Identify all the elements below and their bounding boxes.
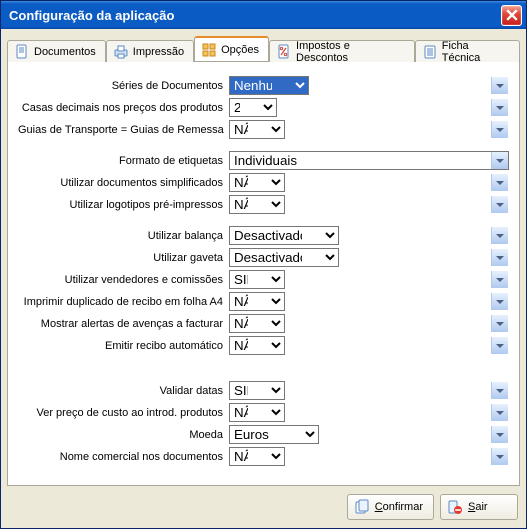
label-series: Séries de Documentos bbox=[18, 80, 223, 92]
sair-button[interactable]: Sair bbox=[440, 494, 518, 520]
close-button[interactable] bbox=[501, 5, 522, 26]
combo-validar[interactable]: SIM bbox=[229, 381, 509, 400]
titlebar: Configuração da aplicação bbox=[1, 1, 526, 29]
label-duplicado: Imprimir duplicado de recibo em folha A4 bbox=[18, 296, 223, 308]
label-balanca: Utilizar balança bbox=[18, 230, 223, 242]
combo-vendedores[interactable]: SIM bbox=[229, 270, 509, 289]
combo-simplificados[interactable]: NÃO bbox=[229, 173, 509, 192]
combo-balanca[interactable]: Desactivado bbox=[229, 226, 509, 245]
combo-recibo[interactable]: NÃO bbox=[229, 336, 509, 355]
tab-label: Opções bbox=[221, 44, 259, 56]
combo-precocusto[interactable]: NÃO bbox=[229, 403, 509, 422]
tab-content: Séries de Documentos Nenhuma Casas decim… bbox=[7, 61, 520, 486]
combo-comercial[interactable]: NÃO bbox=[229, 447, 509, 466]
confirmar-button[interactable]: Confirmar bbox=[347, 494, 434, 520]
label-gaveta: Utilizar gaveta bbox=[18, 252, 223, 264]
label-comercial: Nome comercial nos documentos bbox=[18, 451, 223, 463]
sheet-icon bbox=[422, 44, 438, 60]
combo-gaveta[interactable]: Desactivado bbox=[229, 248, 509, 267]
tab-label: Ficha Técnica bbox=[442, 40, 510, 64]
button-label: Sair bbox=[468, 501, 488, 513]
label-logotipos: Utilizar logotipos pré-impressos bbox=[18, 199, 223, 211]
printer-icon bbox=[113, 44, 129, 60]
tab-impostos[interactable]: Impostos e Descontos bbox=[269, 40, 415, 62]
combo-series[interactable]: Nenhuma bbox=[229, 76, 509, 95]
combo-etiquetas[interactable]: Individuais bbox=[229, 151, 509, 170]
document-icon bbox=[14, 44, 30, 60]
combo-alertas[interactable]: NÃO bbox=[229, 314, 509, 333]
label-casas: Casas decimais nos preços dos produtos bbox=[18, 102, 223, 114]
label-validar: Validar datas bbox=[18, 385, 223, 397]
form: Séries de Documentos Nenhuma Casas decim… bbox=[18, 76, 509, 466]
combo-duplicado[interactable]: NÃO bbox=[229, 292, 509, 311]
body: Documentos Impressão Opções Impostos e D… bbox=[1, 29, 526, 528]
button-bar: Confirmar Sair bbox=[7, 486, 520, 522]
tab-label: Impressão bbox=[133, 46, 184, 58]
confirm-icon bbox=[354, 499, 370, 515]
label-guias: Guias de Transporte = Guias de Remessa bbox=[18, 124, 223, 136]
combo-casas[interactable]: 2 bbox=[229, 98, 509, 117]
tabs-bar: Documentos Impressão Opções Impostos e D… bbox=[7, 35, 520, 61]
window-title: Configuração da aplicação bbox=[9, 8, 501, 23]
label-vendedores: Utilizar vendedores e comissões bbox=[18, 274, 223, 286]
label-moeda: Moeda bbox=[18, 429, 223, 441]
tab-label: Documentos bbox=[34, 46, 96, 58]
close-icon bbox=[506, 9, 518, 21]
combo-guias[interactable]: NÃO bbox=[229, 120, 509, 139]
tab-opcoes[interactable]: Opções bbox=[194, 36, 269, 61]
options-icon bbox=[201, 42, 217, 58]
tab-label: Impostos e Descontos bbox=[296, 40, 405, 64]
combo-logotipos[interactable]: NÃO bbox=[229, 195, 509, 214]
tab-documentos[interactable]: Documentos bbox=[7, 40, 106, 62]
exit-icon bbox=[447, 499, 463, 515]
label-etiquetas: Formato de etiquetas bbox=[18, 155, 223, 167]
combo-moeda[interactable]: Euros bbox=[229, 425, 509, 444]
label-precocusto: Ver preço de custo ao introd. produtos bbox=[18, 407, 223, 419]
label-alertas: Mostrar alertas de avenças a facturar bbox=[18, 318, 223, 330]
label-simplificados: Utilizar documentos simplificados bbox=[18, 177, 223, 189]
tab-ficha[interactable]: Ficha Técnica bbox=[415, 40, 520, 62]
tab-impressao[interactable]: Impressão bbox=[106, 40, 194, 62]
percent-icon bbox=[276, 44, 292, 60]
button-label: Confirmar bbox=[375, 501, 423, 513]
label-recibo: Emitir recibo automático bbox=[18, 340, 223, 352]
window: Configuração da aplicação Documentos Imp… bbox=[0, 0, 527, 529]
